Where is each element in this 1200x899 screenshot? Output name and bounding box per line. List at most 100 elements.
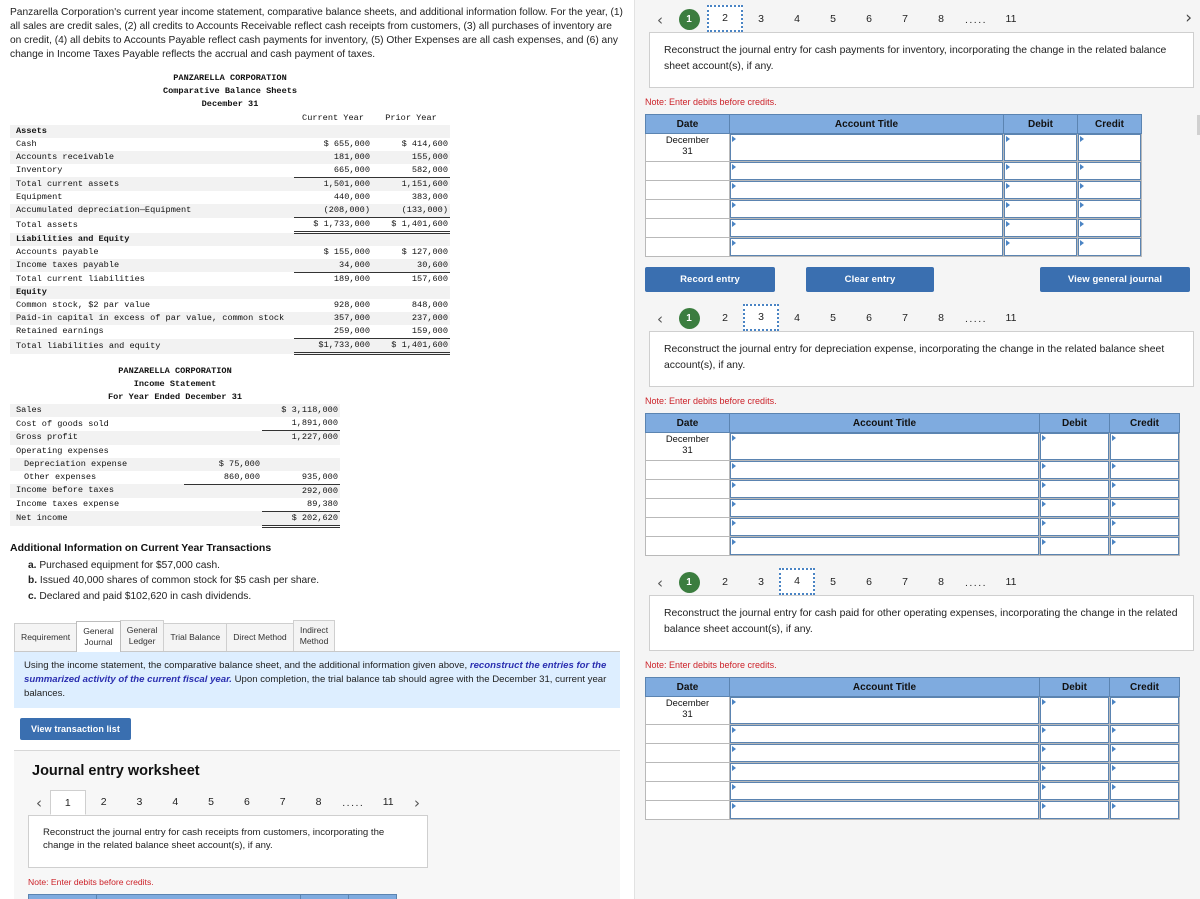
debit-cell[interactable]	[1039, 517, 1110, 537]
credit-cell[interactable]	[1109, 498, 1180, 518]
account-title-cell[interactable]	[729, 536, 1040, 556]
credit-input[interactable]	[1110, 461, 1179, 479]
account-title-cell[interactable]	[729, 133, 1004, 162]
pager-prev-arrow[interactable]: ‹	[649, 8, 671, 32]
account-title-input[interactable]	[730, 744, 1039, 762]
journal-table-row[interactable]	[645, 724, 1180, 744]
credit-cell[interactable]	[1109, 696, 1180, 725]
debit-input[interactable]	[1040, 763, 1109, 781]
pager-page-8[interactable]: 8	[923, 306, 959, 331]
pager-page-2[interactable]: 2	[707, 306, 743, 331]
worksheet-pager-4[interactable]: ‹ 1 2 3 4 5 6 7 8..... 11	[649, 568, 1194, 595]
pager-page-2[interactable]: 2	[86, 790, 122, 815]
credit-cell[interactable]	[1109, 743, 1180, 763]
account-title-input[interactable]	[730, 725, 1039, 743]
credit-cell[interactable]	[1109, 800, 1180, 820]
tab-indirect-method[interactable]: Indirect Method	[292, 620, 336, 651]
worksheet-pager-2[interactable]: ‹ 1 2 3 4 5 6 7 8..... 11	[649, 5, 1194, 32]
credit-input[interactable]	[1110, 744, 1179, 762]
pager-page-11[interactable]: 11	[993, 306, 1029, 331]
account-title-cell[interactable]	[729, 161, 1004, 181]
account-title-input[interactable]	[730, 238, 1003, 256]
account-title-cell[interactable]	[729, 762, 1040, 782]
pager-page-2[interactable]: 2	[707, 570, 743, 595]
pager-page-7[interactable]: 7	[887, 7, 923, 32]
journal-table-row[interactable]	[645, 237, 1142, 257]
clear-entry-button[interactable]: Clear entry	[806, 267, 934, 292]
account-title-cell[interactable]	[729, 498, 1040, 518]
debit-cell[interactable]	[1039, 781, 1110, 801]
credit-input[interactable]	[1110, 518, 1179, 536]
journal-table-row[interactable]	[645, 781, 1180, 801]
record-entry-button[interactable]: Record entry	[645, 267, 775, 292]
pager-page-8[interactable]: 8	[923, 7, 959, 32]
pager-page-4[interactable]: 4	[779, 306, 815, 331]
credit-cell[interactable]	[1077, 133, 1142, 162]
credit-input[interactable]	[1110, 725, 1179, 743]
journal-table-row[interactable]	[645, 161, 1142, 181]
view-transaction-list-button[interactable]: View transaction list	[20, 717, 131, 740]
credit-input[interactable]	[1110, 782, 1179, 800]
account-title-cell[interactable]	[729, 696, 1040, 725]
debit-input[interactable]	[1040, 518, 1109, 536]
debit-cell[interactable]	[1039, 536, 1110, 556]
journal-entry-table-3[interactable]: Date Account Title Debit Credit December 31	[645, 413, 1180, 556]
credit-input[interactable]	[1110, 433, 1179, 460]
journal-table-row[interactable]: December 31	[645, 696, 1180, 725]
journal-table-row[interactable]	[645, 762, 1180, 782]
journal-table-row[interactable]	[645, 479, 1180, 499]
view-general-journal-button[interactable]: View general journal	[1040, 267, 1190, 292]
account-title-input[interactable]	[730, 181, 1003, 199]
credit-cell[interactable]	[1109, 536, 1180, 556]
account-title-cell[interactable]	[729, 743, 1040, 763]
debit-cell[interactable]	[1039, 762, 1110, 782]
account-title-cell[interactable]	[729, 432, 1040, 461]
pager-page-11[interactable]: 11	[993, 570, 1029, 595]
debit-input[interactable]	[1040, 801, 1109, 819]
debit-input[interactable]	[1004, 134, 1077, 161]
pager-page-8[interactable]: 8	[923, 570, 959, 595]
account-title-input[interactable]	[730, 782, 1039, 800]
account-title-cell[interactable]	[729, 199, 1004, 219]
debit-input[interactable]	[1040, 782, 1109, 800]
debit-cell[interactable]	[1003, 237, 1078, 257]
credit-cell[interactable]	[1077, 161, 1142, 181]
pager-prev-arrow[interactable]: ‹	[28, 791, 50, 815]
pager-page-7[interactable]: 7	[265, 790, 301, 815]
pager-page-3[interactable]: 3	[122, 790, 158, 815]
journal-entry-table-4[interactable]: Date Account Title Debit Credit December 31	[645, 677, 1180, 820]
account-title-input[interactable]	[730, 162, 1003, 180]
debit-input[interactable]	[1040, 461, 1109, 479]
account-title-cell[interactable]	[729, 180, 1004, 200]
credit-input[interactable]	[1078, 200, 1141, 218]
account-title-cell[interactable]	[729, 479, 1040, 499]
pager-page-7[interactable]: 7	[887, 306, 923, 331]
credit-input[interactable]	[1078, 162, 1141, 180]
debit-cell[interactable]	[1039, 800, 1110, 820]
journal-entry-table-2[interactable]: Date Account Title Debit Credit December 31	[645, 114, 1142, 257]
pager-page-8[interactable]: 8	[301, 790, 337, 815]
journal-entry-table-1[interactable]: DateAccount TitleDebitCreditDecember31	[28, 893, 397, 899]
pager-page-1-selected[interactable]: 1	[49, 789, 86, 815]
credit-input[interactable]	[1078, 219, 1141, 237]
credit-cell[interactable]	[1077, 218, 1142, 238]
journal-table-row[interactable]	[645, 199, 1142, 219]
credit-cell[interactable]	[1109, 432, 1180, 461]
account-title-cell[interactable]	[729, 460, 1040, 480]
pager-page-5[interactable]: 5	[193, 790, 229, 815]
worksheet-pager-3[interactable]: ‹ 1 2 3 4 5 6 7 8..... 11	[649, 304, 1194, 331]
debit-input[interactable]	[1040, 537, 1109, 555]
pager-prev-arrow[interactable]: ‹	[649, 571, 671, 595]
credit-cell[interactable]	[1109, 724, 1180, 744]
credit-input[interactable]	[1110, 537, 1179, 555]
pager-prev-arrow[interactable]: ‹	[649, 307, 671, 331]
journal-table-row[interactable]	[645, 743, 1180, 763]
pager-page-6[interactable]: 6	[229, 790, 265, 815]
pager-page-4[interactable]: 4	[157, 790, 193, 815]
journal-table-row[interactable]	[645, 218, 1142, 238]
debit-input[interactable]	[1004, 162, 1077, 180]
account-title-input[interactable]	[730, 480, 1039, 498]
journal-table-row[interactable]	[645, 536, 1180, 556]
credit-cell[interactable]	[1109, 781, 1180, 801]
account-title-input[interactable]	[730, 518, 1039, 536]
